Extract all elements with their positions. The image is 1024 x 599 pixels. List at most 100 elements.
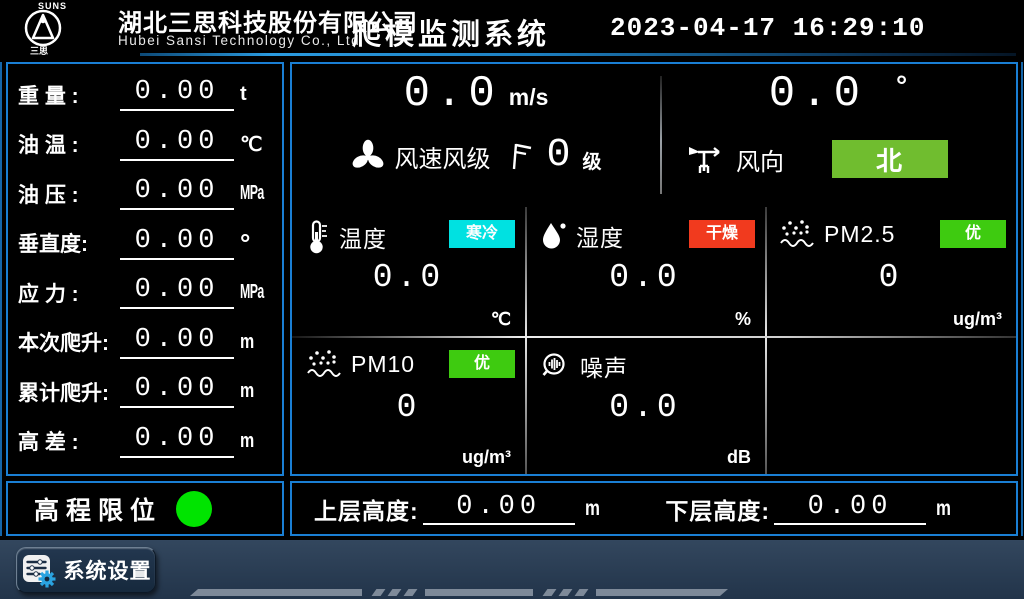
metric-unit: MPa <box>240 281 264 304</box>
metric-unit: MPa <box>240 182 264 205</box>
system-settings-button[interactable]: 系统设置 <box>16 547 156 593</box>
status-badge: 寒冷 <box>449 220 515 248</box>
metric-row-weight: 重 量 : 0.00 t <box>18 78 274 111</box>
metric-label: 本次爬升: <box>18 327 118 357</box>
settings-sliders-gear-icon <box>21 552 57 588</box>
sensor-cell-pm10: PM10 优 0 ug/m³ <box>292 337 525 474</box>
metric-unit: ° <box>240 228 274 259</box>
datetime: 2023-04-17 16:29:10 <box>610 13 925 43</box>
header-accent-line <box>140 53 1016 56</box>
metric-row-total-climb: 累计爬升: 0.00 m <box>18 375 274 408</box>
humidity-drop-icon <box>539 220 567 252</box>
layer-heights-box: 上层高度: 0.00 m 下层高度: 0.00 m <box>290 481 1018 536</box>
sensor-cell-humidity: 湿度 干燥 0.0 % <box>525 207 765 336</box>
lower-height-label: 下层高度: <box>665 492 770 526</box>
metric-value: 0.00 <box>120 177 234 210</box>
sensor-unit: % <box>735 309 751 330</box>
sensor-label: 噪声 <box>580 349 628 383</box>
wind-speed-label: 风速风级 <box>394 139 490 174</box>
metric-row-oil-pressure: 油 压 : 0.00 MPa <box>18 177 274 210</box>
outer-frame-right <box>1021 62 1023 536</box>
metric-value: 0.00 <box>120 78 234 111</box>
upper-height-label: 上层高度: <box>314 492 419 526</box>
metric-value: 0.00 <box>120 425 234 458</box>
metric-label: 高 差 : <box>18 426 118 456</box>
footer-decorative-stripe <box>190 589 728 596</box>
footer-bar: 系统设置 <box>0 540 1024 599</box>
metric-label: 应 力 : <box>18 278 118 308</box>
upper-height-value: 0.00 <box>423 492 575 525</box>
metric-value: 0.00 <box>120 326 234 359</box>
metric-unit: m <box>240 430 254 453</box>
metric-value: 0.00 <box>120 227 234 260</box>
particles-icon <box>779 219 815 249</box>
wind-direction-label: 风向 <box>736 142 784 177</box>
sensor-cell-noise: 噪声 0.0 dB <box>525 337 765 474</box>
sensor-label: PM2.5 <box>824 221 895 248</box>
wind-level-flag-icon <box>506 140 532 172</box>
logo-sansi-text: 三思 <box>30 44 48 57</box>
sensor-unit: ug/m³ <box>953 309 1002 330</box>
status-badge: 优 <box>449 350 515 378</box>
company-logo-icon <box>22 8 64 48</box>
settings-button-label: 系统设置 <box>64 555 152 585</box>
particles-icon <box>306 349 342 379</box>
sensor-value: 0.0 <box>292 259 525 296</box>
sensor-value: 0 <box>292 389 525 426</box>
wind-level-unit: 级 <box>583 147 602 174</box>
environment-panel: 0.0 m/s 风速风级 0 级 0.0 ° <box>290 62 1018 476</box>
metric-label: 重 量 : <box>18 80 118 110</box>
elevation-limit-status-light <box>176 491 212 527</box>
metric-row-height-difference: 高 差 : 0.00 m <box>18 425 274 458</box>
elevation-limit-label: 高程限位 <box>34 491 162 527</box>
lower-height-group: 下层高度: 0.00 m <box>665 492 954 526</box>
sensor-label: PM10 <box>351 351 415 378</box>
wind-speed-value: 0.0 <box>404 68 501 121</box>
lower-height-unit: m <box>936 497 951 521</box>
wind-speed-readout: 0.0 m/s <box>292 68 660 121</box>
upper-height-unit: m <box>585 497 600 521</box>
sensor-cell-temperature: 温度 寒冷 0.0 ℃ <box>292 207 525 336</box>
metric-label: 油 压 : <box>18 179 118 209</box>
wind-direction-readout: 0.0 ° <box>660 68 1016 121</box>
metric-value: 0.00 <box>120 375 234 408</box>
metric-unit: ℃ <box>240 132 274 157</box>
metric-label: 累计爬升: <box>18 377 118 407</box>
metric-row-stress: 应 力 : 0.00 MPa <box>18 276 274 309</box>
metric-label: 垂直度: <box>18 228 118 258</box>
sensor-value: 0.0 <box>525 259 765 296</box>
metric-row-current-climb: 本次爬升: 0.00 m <box>18 326 274 359</box>
sensor-unit: ug/m³ <box>462 447 511 468</box>
metric-value: 0.00 <box>120 128 234 161</box>
thermometer-icon <box>306 219 330 255</box>
wind-direction-row: 风向 北 <box>660 140 1016 178</box>
sensor-label: 湿度 <box>576 219 624 253</box>
outer-frame-left <box>0 62 2 536</box>
metric-unit: m <box>240 331 254 354</box>
metrics-panel: 重 量 : 0.00 t 油 温 : 0.00 ℃ 油 压 : 0.00 MPa… <box>6 62 284 476</box>
wind-direction-button[interactable]: 北 <box>832 140 948 178</box>
sensor-label: 温度 <box>339 220 387 254</box>
upper-height-group: 上层高度: 0.00 m <box>314 492 603 526</box>
wind-direction-value: 0.0 <box>769 68 866 121</box>
metric-unit: m <box>240 380 254 403</box>
company-name-en: Hubei Sansi Technology Co., Ltd <box>118 33 360 48</box>
metric-unit: t <box>240 83 274 106</box>
sensor-unit: dB <box>727 447 751 468</box>
status-badge: 干燥 <box>689 220 755 248</box>
wind-vane-icon <box>686 141 728 177</box>
sensor-value: 0 <box>765 259 1016 296</box>
wind-level-value: 0 <box>546 136 572 176</box>
metric-label: 油 温 : <box>18 129 118 159</box>
sensor-cell-pm25: PM2.5 优 0 ug/m³ <box>765 207 1016 336</box>
metric-value: 0.00 <box>120 276 234 309</box>
header: SUNS 三思 湖北三思科技股份有限公司 Hubei Sansi Technol… <box>0 0 1024 55</box>
metric-row-oil-temperature: 油 温 : 0.00 ℃ <box>18 128 274 161</box>
sensor-unit: ℃ <box>491 309 511 330</box>
page-title: 爬模监测系统 <box>352 11 550 53</box>
sensor-value: 0.0 <box>525 389 765 426</box>
status-badge: 优 <box>940 220 1006 248</box>
wind-direction-unit: ° <box>896 70 907 102</box>
noise-meter-icon <box>539 350 571 382</box>
metric-row-verticality: 垂直度: 0.00 ° <box>18 227 274 260</box>
